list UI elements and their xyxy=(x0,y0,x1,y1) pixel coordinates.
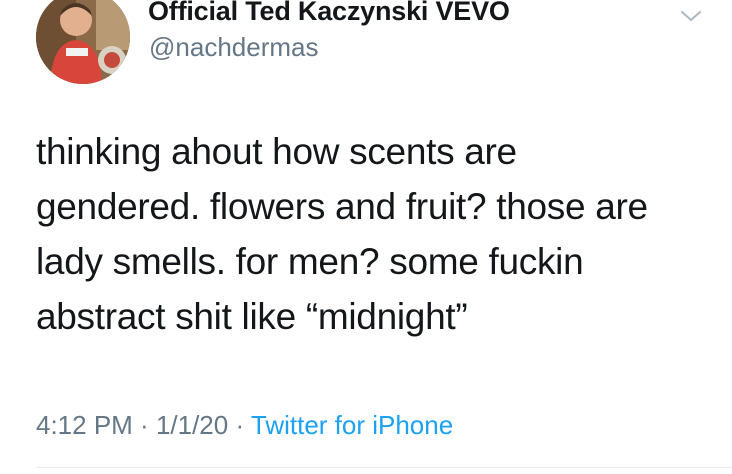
author-display-name[interactable]: Official Ted Kaczynski VEVO xyxy=(148,0,510,27)
divider xyxy=(36,467,732,468)
tweet-text-line: thinking ahout how scents are xyxy=(36,131,517,172)
tweet-source-link[interactable]: Twitter for iPhone xyxy=(251,410,453,440)
tweet-time[interactable]: 4:12 PM xyxy=(36,410,133,440)
tweet-text-line: gendered. flowers and fruit? those are xyxy=(36,186,648,227)
tweet-meta: 4:12 PM · 1/1/20 · Twitter for iPhone xyxy=(36,410,453,441)
profile-photo-icon[interactable] xyxy=(36,0,130,84)
meta-separator: · xyxy=(132,410,156,440)
tweet-card: Official Ted Kaczynski VEVO @nachdermas … xyxy=(0,0,732,474)
tweet-text: thinking ahout how scents are gendered. … xyxy=(36,124,716,344)
meta-separator: · xyxy=(228,410,251,440)
tweet-text-line: lady smells. for men? some fuckin xyxy=(36,241,584,282)
tweet-header: Official Ted Kaczynski VEVO @nachdermas xyxy=(36,0,716,84)
chevron-down-icon[interactable] xyxy=(679,8,703,24)
author-handle[interactable]: @nachdermas xyxy=(149,32,318,63)
tweet-date[interactable]: 1/1/20 xyxy=(156,410,228,440)
tweet-text-line: abstract shit like “midnight” xyxy=(36,296,468,337)
